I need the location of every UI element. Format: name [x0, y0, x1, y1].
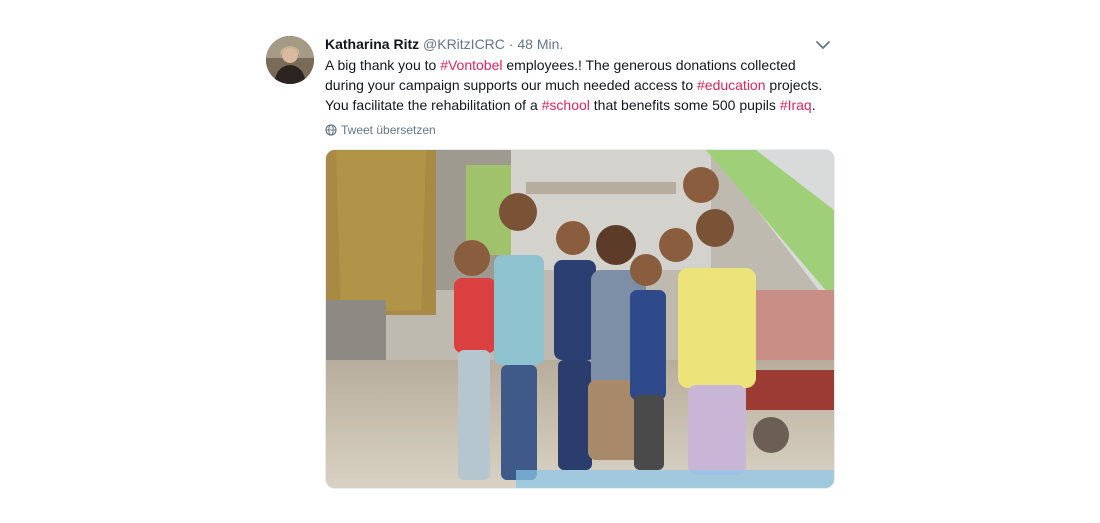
- translate-label: Tweet übersetzen: [341, 123, 436, 137]
- avatar[interactable]: [266, 36, 314, 84]
- tweet-photo[interactable]: [325, 149, 835, 489]
- tweet[interactable]: Katharina Ritz @KRitzICRC · 48 Min. A bi…: [266, 30, 836, 500]
- hashtag-vontobel[interactable]: #Vontobel: [440, 57, 502, 73]
- author-name[interactable]: Katharina Ritz: [325, 36, 419, 52]
- tweet-text: A big thank you to #Vontobel employees.!…: [325, 55, 835, 115]
- chevron-down-icon[interactable]: [814, 36, 832, 54]
- text-segment: that benefits some 500 pupils: [589, 97, 780, 113]
- separator: ·: [508, 36, 514, 52]
- timestamp[interactable]: 48 Min.: [517, 36, 563, 52]
- globe-icon: [325, 124, 337, 136]
- text-segment: .: [811, 97, 816, 113]
- translate-link[interactable]: Tweet übersetzen: [325, 123, 436, 137]
- tweet-header: Katharina Ritz @KRitzICRC · 48 Min.: [325, 35, 563, 53]
- author-handle[interactable]: @KRitzICRC: [423, 36, 505, 52]
- hashtag-iraq[interactable]: #Iraq: [780, 97, 812, 113]
- text-segment: A big thank you to: [325, 57, 441, 73]
- hashtag-school[interactable]: #school: [542, 97, 590, 113]
- hashtag-education[interactable]: #education: [697, 77, 766, 93]
